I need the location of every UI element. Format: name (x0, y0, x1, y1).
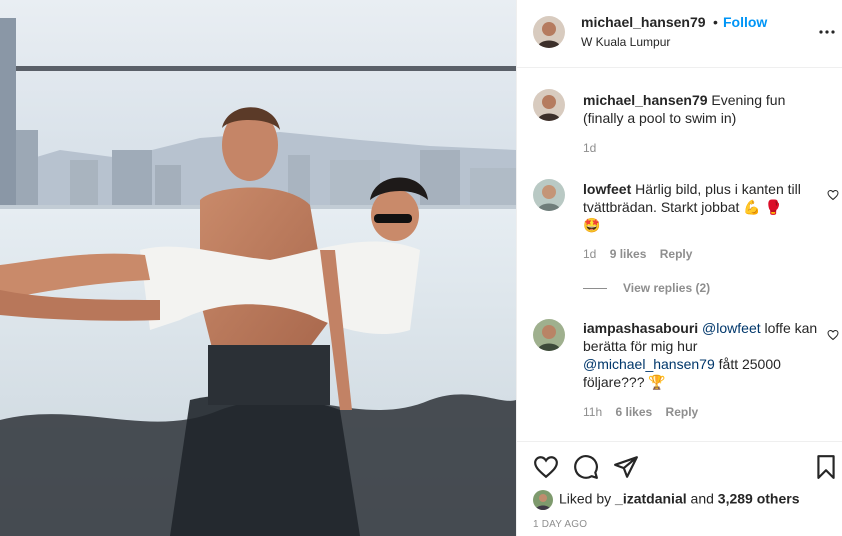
comment-like-heart-icon[interactable] (827, 328, 839, 341)
comment-time[interactable]: 1d (583, 247, 596, 261)
liked-by: Liked by _izatdanial and 3,289 others (533, 490, 800, 510)
comment-lowfeet: lowfeet Härlig bild, plus i kanten till … (583, 180, 823, 234)
liked-by-others[interactable]: 3,289 others (718, 491, 800, 507)
reply-button[interactable]: Reply (666, 405, 699, 419)
liked-by-and: and (690, 490, 714, 507)
comment-like-heart-icon[interactable] (827, 188, 839, 201)
comment-meta-iampashasabouri: 11h 6 likes Reply (583, 405, 698, 419)
caption-time[interactable]: 1d (583, 141, 596, 155)
liked-by-avatar[interactable] (533, 490, 553, 510)
comment-avatar-lowfeet[interactable] (533, 179, 565, 211)
liked-by-user[interactable]: _izatdanial (615, 491, 687, 507)
comment-likes-count[interactable]: 6 likes (615, 405, 652, 419)
caption-username[interactable]: michael_hansen79 (583, 92, 708, 108)
mention-link[interactable]: @michael_hansen79 (583, 356, 715, 372)
comment-avatar-iampashasabouri[interactable] (533, 319, 565, 351)
caption: michael_hansen79 Evening fun (finally a … (583, 91, 823, 127)
comment-username[interactable]: lowfeet (583, 181, 631, 197)
reply-button[interactable]: Reply (660, 247, 693, 261)
post-photo-illustration (0, 0, 516, 536)
liked-by-prefix: Liked by (559, 490, 612, 507)
comment-time[interactable]: 11h (583, 405, 602, 419)
author-avatar[interactable] (533, 16, 565, 48)
comment-meta-lowfeet: 1d 9 likes Reply (583, 247, 692, 261)
comment-likes-count[interactable]: 9 likes (610, 247, 647, 261)
caption-avatar[interactable] (533, 89, 565, 121)
heart-icon[interactable] (533, 454, 559, 480)
paper-plane-icon[interactable] (613, 454, 639, 480)
comment-username[interactable]: iampashasabouri (583, 320, 698, 336)
view-replies-label: View replies (2) (623, 281, 711, 295)
comment-icon[interactable] (573, 454, 599, 480)
more-options-icon[interactable] (817, 24, 837, 40)
post-side-panel: michael_hansen79 • Follow W Kuala Lumpur… (516, 0, 842, 536)
comment-text-emoji: 🤩 (583, 217, 601, 233)
post-header: michael_hansen79 • Follow W Kuala Lumpur (517, 0, 842, 68)
post-photo[interactable] (0, 0, 516, 536)
replies-divider-line (583, 288, 607, 290)
caption-meta: 1d (583, 141, 596, 155)
author-username[interactable]: michael_hansen79 (581, 14, 706, 30)
mention-link[interactable]: @lowfeet (702, 320, 761, 336)
comments-section: michael_hansen79 Evening fun (finally a … (517, 69, 842, 441)
post-date[interactable]: 1 DAY AGO (533, 519, 587, 530)
post-location[interactable]: W Kuala Lumpur (581, 35, 670, 49)
view-replies-button[interactable]: View replies (2) (583, 281, 710, 295)
separator-dot: • (713, 14, 718, 30)
post-actions: Liked by _izatdanial and 3,289 others 1 … (517, 441, 842, 536)
follow-button[interactable]: Follow (723, 14, 767, 30)
bookmark-icon[interactable] (813, 454, 839, 480)
comment-iampashasabouri: iampashasabouri @lowfeet loffe kan berät… (583, 319, 823, 391)
